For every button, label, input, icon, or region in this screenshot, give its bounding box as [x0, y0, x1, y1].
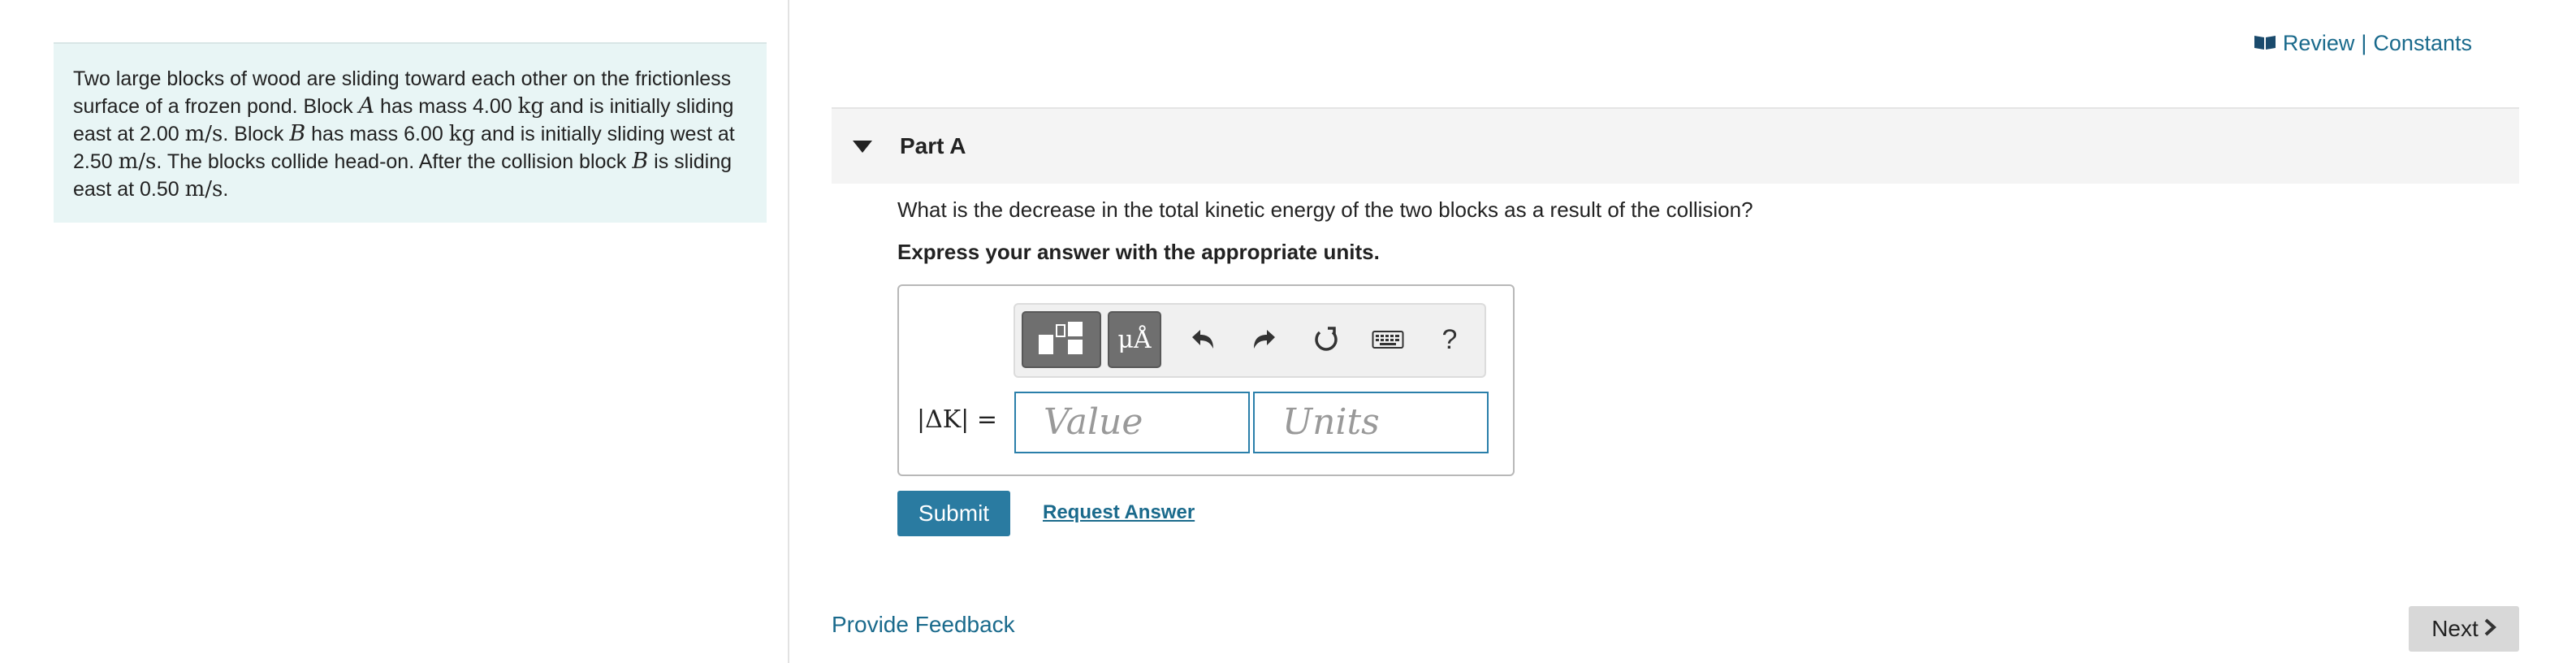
part-title: Part A: [900, 133, 966, 158]
problem-intro: Two large blocks of wood are sliding tow…: [54, 42, 767, 223]
panel-divider: [788, 0, 789, 663]
answer-label: |ΔK| =: [917, 405, 997, 434]
chevron-right-icon: [2483, 616, 2496, 642]
request-answer-link[interactable]: Request Answer: [1043, 501, 1195, 524]
book-icon: [2254, 31, 2276, 56]
help-button[interactable]: ?: [1429, 319, 1470, 360]
math-toolbar: μÅ ?: [1014, 303, 1486, 378]
units-input[interactable]: Units: [1253, 392, 1489, 453]
redo-icon[interactable]: [1244, 319, 1285, 360]
part-a-header[interactable]: Part A: [832, 109, 2519, 184]
reset-icon[interactable]: [1306, 319, 1346, 360]
question-text: What is the decrease in the total kineti…: [897, 197, 1753, 222]
answer-box: μÅ ? |ΔK| = Value Units: [897, 284, 1515, 476]
instruction-text: Express your answer with the appropriate…: [897, 240, 1380, 264]
review-link[interactable]: Review: [2283, 31, 2355, 56]
caret-down-icon[interactable]: [853, 140, 872, 153]
submit-button[interactable]: Submit: [897, 491, 1010, 536]
keyboard-icon[interactable]: [1368, 319, 1408, 360]
value-input[interactable]: Value: [1014, 392, 1250, 453]
templates-icon: [1039, 322, 1083, 354]
units-button[interactable]: μÅ: [1108, 311, 1161, 368]
templates-button[interactable]: [1022, 311, 1101, 368]
link-separator: |: [2361, 31, 2367, 55]
next-button[interactable]: Next: [2409, 606, 2519, 652]
review-constants-links: Review | Constants: [2254, 31, 2472, 56]
next-label: Next: [2431, 616, 2479, 641]
undo-icon[interactable]: [1182, 319, 1223, 360]
provide-feedback-link[interactable]: Provide Feedback: [832, 612, 1015, 638]
constants-link[interactable]: Constants: [2373, 31, 2472, 56]
